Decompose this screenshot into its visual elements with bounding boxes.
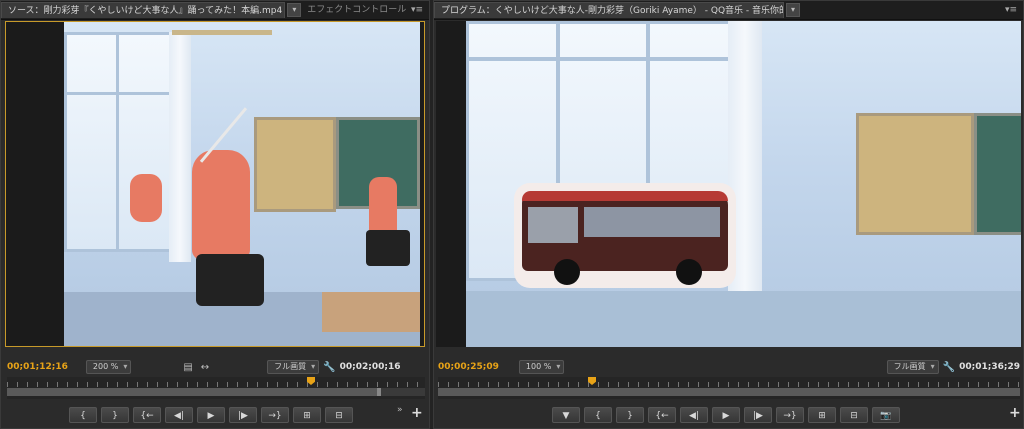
mark-in-button[interactable]: { [69, 407, 97, 423]
film-strip-icon[interactable]: ▤ [179, 362, 196, 373]
export-frame-camera-icon[interactable]: 📷 [872, 407, 900, 423]
program-mark-out-button[interactable]: } [616, 407, 644, 423]
source-tab-dropdown-icon[interactable]: ▾ [287, 3, 302, 17]
program-zoom-select[interactable]: 100 % [518, 360, 565, 374]
bus-side-windows [584, 207, 720, 237]
program-monitor-panel: プログラム：くやしいけど大事な人-剛力彩芽（Goriki Ayame） - QQ… [433, 0, 1024, 429]
program-chalkboard [974, 113, 1021, 235]
program-zoom-scrollbar[interactable] [438, 388, 1020, 396]
bus-roof-stripe [522, 191, 728, 201]
step-forward-button[interactable]: |▶ [229, 407, 257, 423]
program-corkboard [856, 113, 974, 235]
source-duration-timecode: 00;02;00;16 [339, 362, 401, 372]
program-video-viewer[interactable] [436, 21, 1021, 347]
go-to-in-button[interactable]: {← [133, 407, 161, 423]
source-video-frame [64, 22, 420, 346]
window-transom [64, 92, 174, 95]
step-back-button[interactable]: ◀| [165, 407, 193, 423]
bus-outline [514, 183, 736, 288]
go-to-out-button[interactable]: →} [261, 407, 289, 423]
source-more-button[interactable]: » [397, 405, 403, 415]
source-control-row: 00;01;12;16 200 % ▤ ↔ フル画質 🔧 00;02;00;16 [7, 359, 425, 375]
fit-arrows-icon[interactable]: ↔ [197, 362, 213, 373]
source-time-ruler[interactable] [7, 377, 425, 399]
program-add-button[interactable]: + [1009, 405, 1021, 421]
program-time-ruler[interactable] [438, 377, 1020, 399]
wrench-icon[interactable]: 🔧 [319, 362, 339, 373]
bus-front-wheel [554, 259, 580, 285]
source-ruler-ticks [7, 377, 425, 387]
dancer-main [192, 150, 250, 260]
program-duration-timecode: 00;01;36;29 [959, 362, 1020, 372]
program-go-to-out-button[interactable]: →} [776, 407, 804, 423]
tab-program[interactable]: プログラム：くやしいけど大事な人-剛力彩芽（Goriki Ayame） - QQ… [434, 2, 784, 18]
program-current-timecode[interactable]: 00;00;25;09 [438, 362, 499, 372]
dancer-right-shorts [366, 230, 410, 266]
program-ruler-ticks [438, 377, 1020, 387]
bus-rear-wheel [676, 259, 702, 285]
program-control-row: 00;00;25;09 100 % フル画質 🔧 00;01;36;29 [438, 359, 1020, 375]
program-panel-menu-icon[interactable]: ▾≡ [1005, 5, 1023, 15]
source-monitor-panel: ソース：剛力彩芽『くやしいけど大事な人』踊ってみた！本編.mp4 ▾ エフェクト… [0, 0, 430, 429]
program-tab-dropdown-icon[interactable]: ▾ [786, 3, 800, 17]
source-add-button[interactable]: + [411, 405, 423, 421]
corkboard [254, 117, 336, 212]
mark-out-button[interactable]: } [101, 407, 129, 423]
extract-button[interactable]: ⊟ [840, 407, 868, 423]
program-window-transom [466, 57, 736, 61]
source-panel-menu-icon[interactable]: ▾≡ [411, 5, 429, 15]
source-zoom-scrollbar[interactable] [7, 388, 425, 396]
source-transport-buttons: { } {← ◀| ▶ |▶ →} ⊞ ⊟ [69, 406, 357, 424]
program-floor [466, 291, 1021, 347]
dancer-small [130, 174, 162, 222]
program-scrollbar-fill [438, 388, 1020, 396]
window-mullion [116, 32, 119, 252]
tab-source[interactable]: ソース：剛力彩芽『くやしいけど大事な人』踊ってみた！本編.mp4 [1, 2, 286, 18]
program-wrench-icon[interactable]: 🔧 [939, 362, 959, 373]
source-current-timecode[interactable]: 00;01;12;16 [7, 362, 68, 372]
bench [322, 292, 420, 332]
program-go-to-in-button[interactable]: {← [648, 407, 676, 423]
program-video-frame [466, 21, 1021, 347]
ceiling-light [172, 30, 272, 35]
source-quality-select[interactable]: フル画質 [267, 360, 320, 374]
overwrite-button[interactable]: ⊟ [325, 407, 353, 423]
add-marker-button[interactable]: ▼ [552, 407, 580, 423]
tab-effect-controls[interactable]: エフェクトコントロール [301, 2, 411, 18]
program-play-button[interactable]: ▶ [712, 407, 740, 423]
source-zoom-select[interactable]: 200 % [85, 360, 132, 374]
dancer-main-shorts [196, 254, 264, 306]
program-step-forward-button[interactable]: |▶ [744, 407, 772, 423]
program-quality-select[interactable]: フル画質 [886, 360, 939, 374]
play-button[interactable]: ▶ [197, 407, 225, 423]
source-scrollbar-fill [7, 388, 377, 396]
source-scrollbar-handle[interactable] [377, 388, 381, 396]
program-transport-buttons: ▼ { } {← ◀| ▶ |▶ →} ⊞ ⊟ 📷 [552, 406, 904, 424]
insert-button[interactable]: ⊞ [293, 407, 321, 423]
source-video-viewer[interactable] [5, 21, 425, 347]
program-tab-bar: プログラム：くやしいけど大事な人-剛力彩芽（Goriki Ayame） - QQ… [434, 1, 1023, 20]
source-tab-bar: ソース：剛力彩芽『くやしいけど大事な人』踊ってみた！本編.mp4 ▾ エフェクト… [1, 1, 429, 20]
program-step-back-button[interactable]: ◀| [680, 407, 708, 423]
lift-button[interactable]: ⊞ [808, 407, 836, 423]
bus-windshield [528, 207, 578, 243]
program-mark-in-button[interactable]: { [584, 407, 612, 423]
curtain [169, 32, 191, 262]
